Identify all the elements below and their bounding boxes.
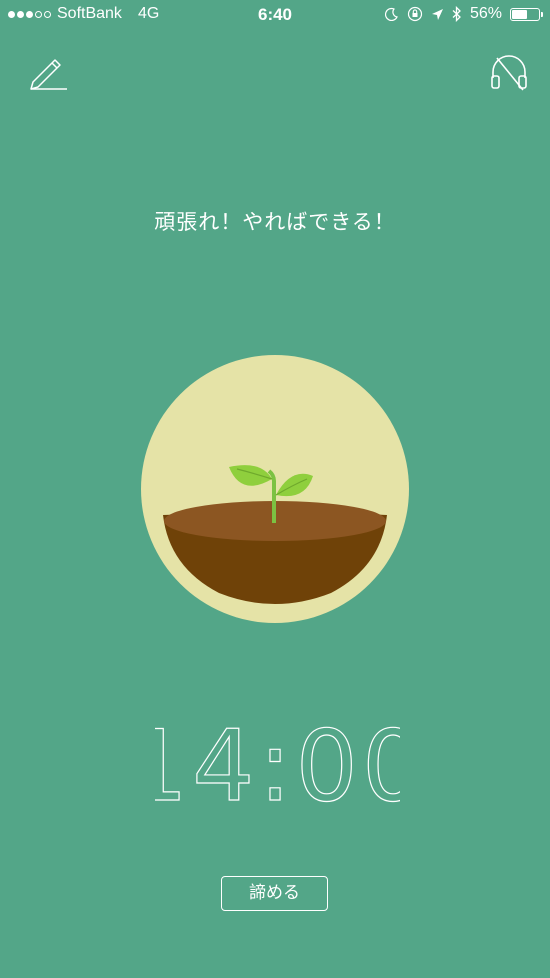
battery-icon bbox=[510, 7, 543, 21]
seedling-pot-svg bbox=[163, 465, 387, 604]
location-arrow-icon bbox=[431, 8, 443, 20]
music-button[interactable] bbox=[488, 52, 530, 94]
motivation-text: 頑張れ！やればできる！ bbox=[154, 211, 396, 234]
pencil-icon bbox=[30, 59, 67, 90]
headphones-off-icon bbox=[491, 55, 527, 91]
left-leaf bbox=[229, 465, 272, 486]
timer-display: 14:00 bbox=[155, 720, 400, 815]
status-right: 56% bbox=[384, 5, 543, 23]
battery-percent: 56% bbox=[469, 5, 502, 22]
edit-button[interactable] bbox=[27, 52, 69, 94]
give-up-button[interactable]: 諦める bbox=[221, 876, 328, 911]
moon-icon bbox=[384, 7, 398, 21]
bluetooth-icon bbox=[452, 6, 461, 22]
tree-illustration bbox=[141, 355, 409, 623]
orientation-lock-icon bbox=[407, 6, 423, 22]
timer-text: 14:00 bbox=[155, 720, 400, 815]
status-bar: SoftBank 4G 6:40 56% bbox=[0, 0, 550, 32]
battery-fill bbox=[512, 9, 527, 19]
